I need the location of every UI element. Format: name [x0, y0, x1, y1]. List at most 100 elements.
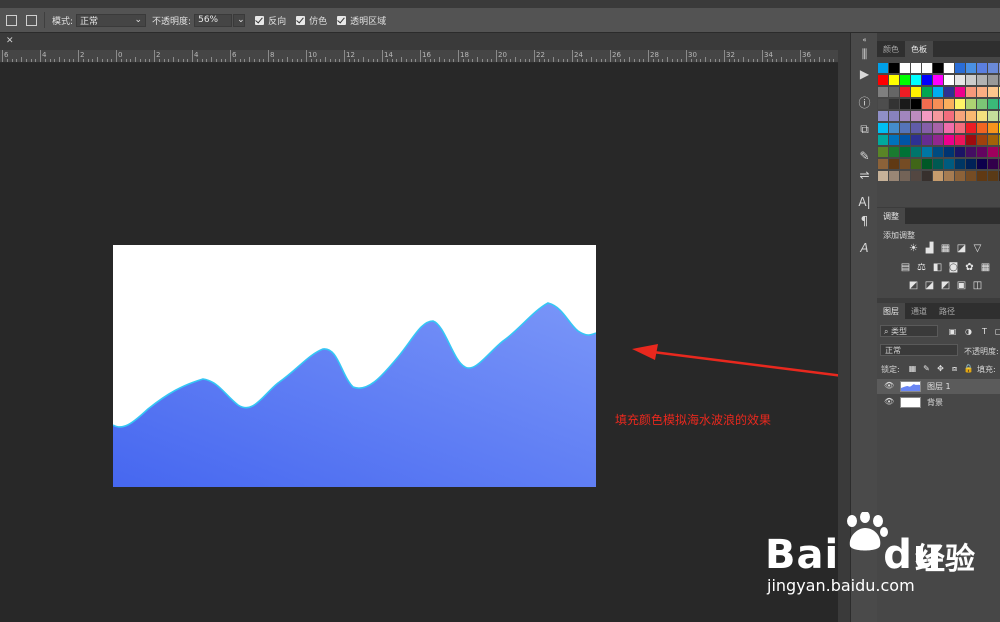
- lock-transparent-icon[interactable]: ▦: [907, 364, 918, 374]
- color-swatch[interactable]: [878, 87, 888, 97]
- color-swatch[interactable]: [933, 63, 943, 73]
- color-swatch[interactable]: [900, 111, 910, 121]
- color-swatch[interactable]: [966, 147, 976, 157]
- color-swatch[interactable]: [955, 99, 965, 109]
- tab-swatches[interactable]: 色板: [905, 41, 933, 57]
- color-swatch[interactable]: [889, 135, 899, 145]
- color-swatch[interactable]: [944, 63, 954, 73]
- color-swatch[interactable]: [944, 87, 954, 97]
- lock-brush-icon[interactable]: ✎: [921, 364, 932, 374]
- color-swatch[interactable]: [933, 159, 943, 169]
- color-swatch[interactable]: [933, 99, 943, 109]
- color-swatch[interactable]: [922, 111, 932, 121]
- color-swatch[interactable]: [933, 87, 943, 97]
- color-swatch[interactable]: [977, 87, 987, 97]
- color-swatch[interactable]: [977, 147, 987, 157]
- color-swatch[interactable]: [933, 147, 943, 157]
- color-swatch[interactable]: [977, 171, 987, 181]
- blend-mode-select[interactable]: 正常: [880, 344, 958, 356]
- color-swatch[interactable]: [922, 135, 932, 145]
- tab-channels[interactable]: 通道: [905, 303, 933, 319]
- tab-paths[interactable]: 路径: [933, 303, 961, 319]
- reverse-checkbox[interactable]: 反向: [255, 14, 286, 27]
- color-swatch[interactable]: [889, 87, 899, 97]
- color-swatch[interactable]: [889, 123, 899, 133]
- color-swatch[interactable]: [911, 63, 921, 73]
- color-swatch[interactable]: [988, 123, 998, 133]
- info-icon[interactable]: ⓘ: [851, 94, 878, 111]
- gradient-map-icon[interactable]: ▣: [956, 281, 967, 291]
- color-swatch[interactable]: [889, 147, 899, 157]
- color-swatch[interactable]: [922, 147, 932, 157]
- exposure-icon[interactable]: ◪: [956, 244, 967, 254]
- color-swatch[interactable]: [933, 171, 943, 181]
- visibility-eye-icon[interactable]: 👁: [884, 381, 894, 390]
- color-swatch[interactable]: [966, 171, 976, 181]
- color-swatch[interactable]: [966, 99, 976, 109]
- color-swatch[interactable]: [922, 159, 932, 169]
- color-swatch[interactable]: [955, 111, 965, 121]
- tab-color[interactable]: 颜色: [877, 41, 905, 57]
- collapse-arrows-icon[interactable]: «: [851, 36, 878, 44]
- color-swatch[interactable]: [955, 171, 965, 181]
- color-swatch[interactable]: [900, 63, 910, 73]
- color-swatch[interactable]: [889, 63, 899, 73]
- properties-sliders-icon[interactable]: ⇌: [851, 168, 878, 182]
- color-swatch[interactable]: [944, 99, 954, 109]
- color-swatch[interactable]: [977, 99, 987, 109]
- color-swatch[interactable]: [944, 159, 954, 169]
- color-swatch[interactable]: [966, 123, 976, 133]
- color-swatch[interactable]: [911, 159, 921, 169]
- color-swatch[interactable]: [988, 75, 998, 85]
- color-swatch[interactable]: [878, 159, 888, 169]
- posterize-icon[interactable]: ◪: [924, 281, 935, 291]
- tab-layers[interactable]: 图层: [877, 303, 905, 319]
- color-swatch[interactable]: [911, 75, 921, 85]
- color-swatch[interactable]: [966, 87, 976, 97]
- color-swatch[interactable]: [977, 159, 987, 169]
- color-swatch[interactable]: [944, 171, 954, 181]
- character-icon[interactable]: A|: [851, 195, 878, 209]
- color-swatch[interactable]: [977, 135, 987, 145]
- color-swatch[interactable]: [955, 63, 965, 73]
- color-swatch[interactable]: [988, 63, 998, 73]
- color-swatch[interactable]: [988, 99, 998, 109]
- color-swatch[interactable]: [933, 135, 943, 145]
- color-swatch[interactable]: [889, 171, 899, 181]
- color-swatch[interactable]: [878, 111, 888, 121]
- gradient-type-icon[interactable]: [26, 14, 37, 26]
- color-swatch[interactable]: [955, 159, 965, 169]
- color-swatch[interactable]: [988, 171, 998, 181]
- color-swatch[interactable]: [911, 111, 921, 121]
- color-swatch[interactable]: [955, 87, 965, 97]
- color-swatch[interactable]: [988, 135, 998, 145]
- color-swatch[interactable]: [889, 159, 899, 169]
- hue-saturation-icon[interactable]: ▤: [900, 263, 911, 273]
- document-canvas[interactable]: [112, 245, 597, 487]
- mode-select[interactable]: 正常 ⌄: [76, 13, 147, 27]
- color-swatch[interactable]: [966, 111, 976, 121]
- tab-adjustments[interactable]: 调整: [877, 208, 905, 224]
- clone-source-icon[interactable]: ⧉: [851, 122, 878, 137]
- color-swatch[interactable]: [922, 123, 932, 133]
- color-balance-icon[interactable]: ⚖: [916, 263, 927, 273]
- brush-presets-icon[interactable]: ✎: [851, 149, 878, 163]
- color-swatch[interactable]: [944, 111, 954, 121]
- color-swatch[interactable]: [922, 63, 932, 73]
- color-swatch[interactable]: [900, 123, 910, 133]
- color-swatch[interactable]: [944, 147, 954, 157]
- brightness-icon[interactable]: ☀: [908, 244, 919, 254]
- color-swatch[interactable]: [955, 147, 965, 157]
- invert-icon[interactable]: ◩: [908, 281, 919, 291]
- adjustment-layer-filter-icon[interactable]: ◑: [963, 327, 974, 337]
- opacity-dropdown[interactable]: ⌄: [233, 13, 246, 27]
- color-swatch[interactable]: [966, 135, 976, 145]
- color-lookup-icon[interactable]: ▦: [980, 263, 991, 273]
- lock-move-icon[interactable]: ✥: [935, 364, 946, 374]
- play-icon[interactable]: ▶: [851, 67, 878, 81]
- visibility-eye-icon[interactable]: 👁: [884, 397, 894, 406]
- color-swatch[interactable]: [922, 75, 932, 85]
- channel-mixer-icon[interactable]: ✿: [964, 263, 975, 273]
- color-swatch[interactable]: [911, 99, 921, 109]
- color-swatch[interactable]: [977, 63, 987, 73]
